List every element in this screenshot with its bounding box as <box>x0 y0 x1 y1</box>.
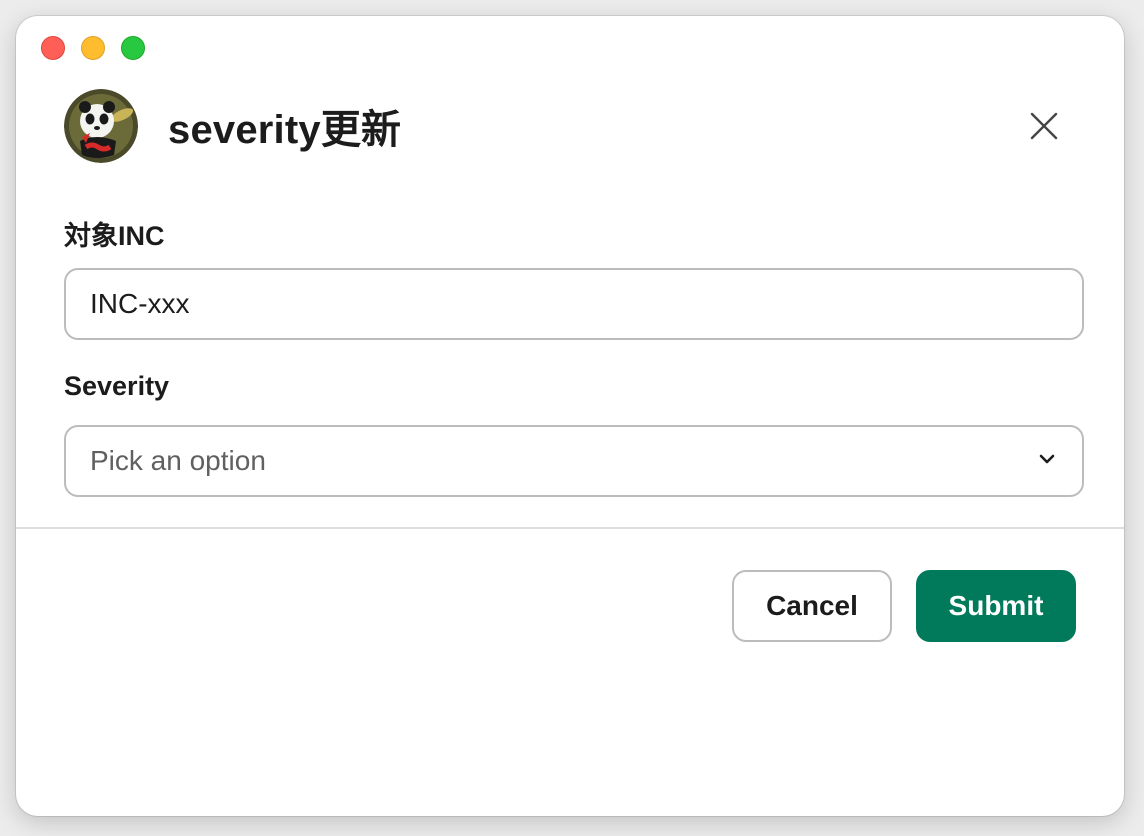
submit-button[interactable]: Submit <box>916 570 1076 642</box>
severity-select-placeholder: Pick an option <box>90 445 266 476</box>
modal-title: severity更新 <box>168 108 402 152</box>
close-icon[interactable] <box>1024 106 1064 146</box>
window-minimize-button[interactable] <box>81 36 105 60</box>
footer-divider <box>16 527 1124 529</box>
panda-logo-icon <box>64 89 138 163</box>
chevron-down-icon <box>1036 448 1058 475</box>
cancel-button[interactable]: Cancel <box>732 570 892 642</box>
severity-select[interactable]: Pick an option <box>64 425 1084 497</box>
window-controls <box>41 36 145 60</box>
severity-field-label: Severity <box>64 371 170 401</box>
inc-input[interactable] <box>64 268 1084 340</box>
modal-window: severity更新 対象INC Severity Pick an option… <box>16 16 1124 816</box>
inc-field-label: 対象INC <box>64 221 165 251</box>
window-zoom-button[interactable] <box>121 36 145 60</box>
window-close-button[interactable] <box>41 36 65 60</box>
modal-header: severity更新 <box>64 88 1076 164</box>
